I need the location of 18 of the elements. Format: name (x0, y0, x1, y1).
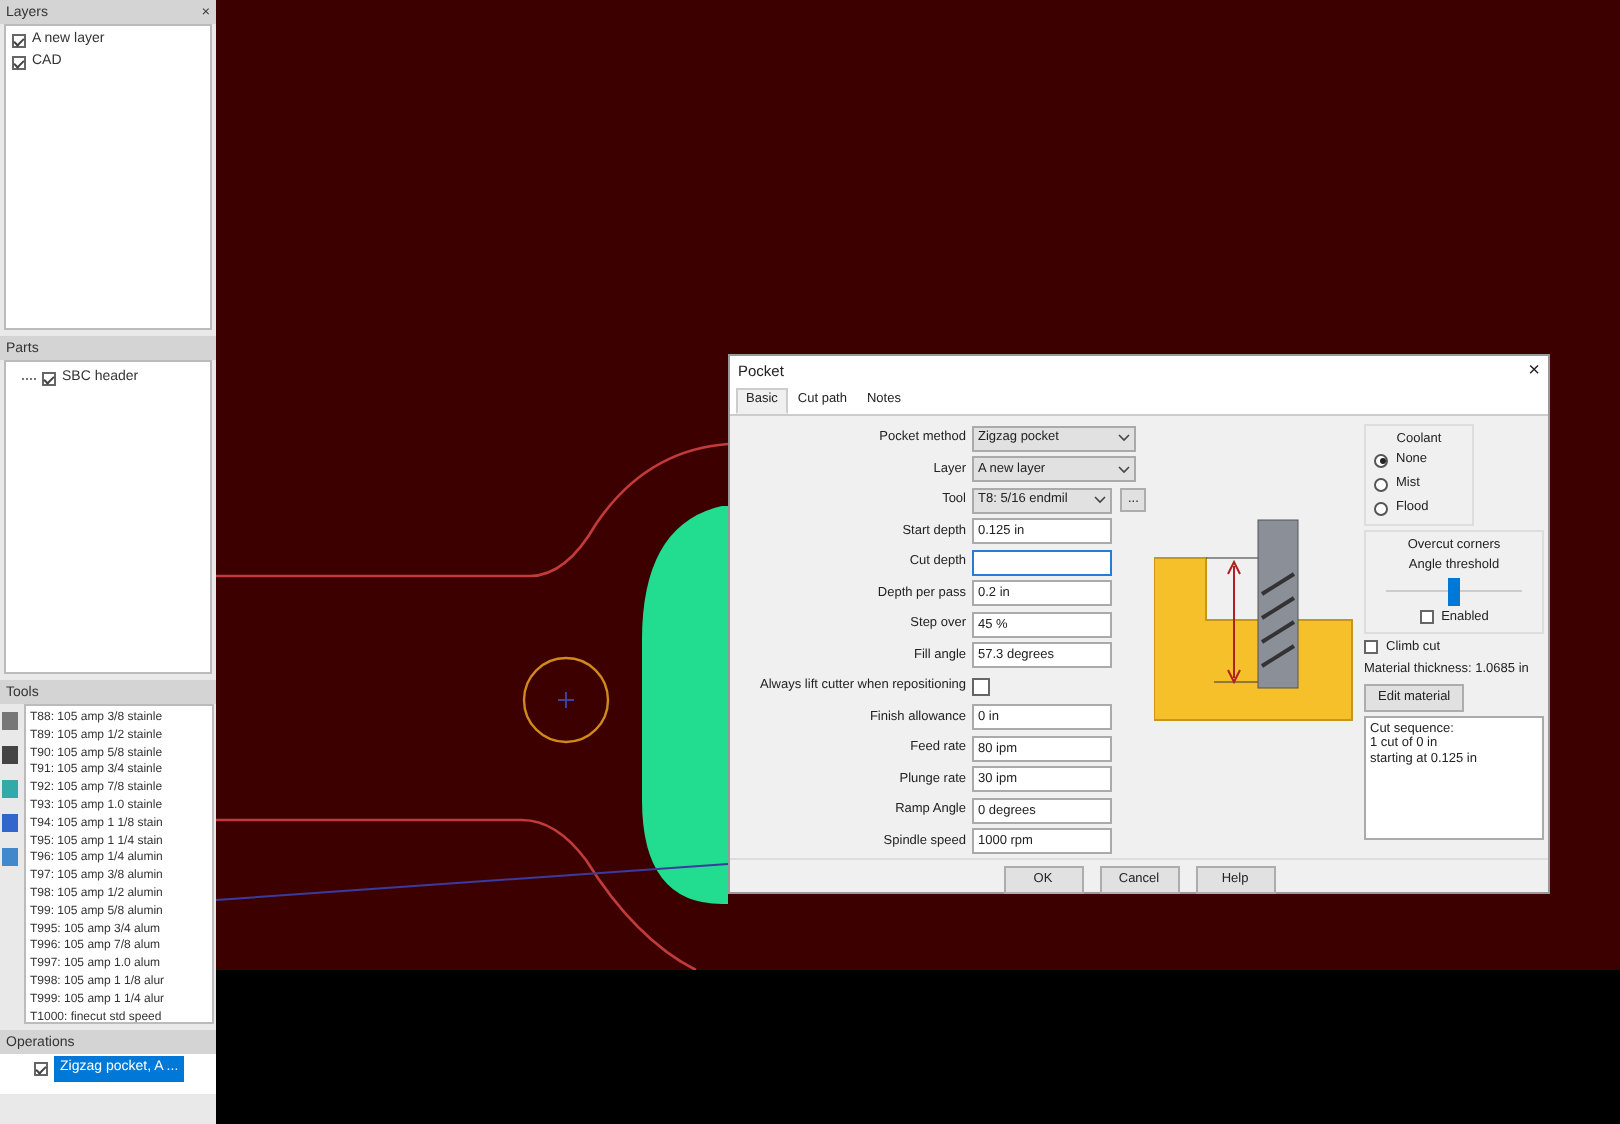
caret-icon (1118, 465, 1130, 474)
tree-connector (22, 378, 36, 380)
close-button[interactable]: × (1528, 356, 1540, 386)
caret-icon (1118, 434, 1130, 443)
radio-button[interactable] (1374, 501, 1388, 516)
radio-button[interactable] (1374, 453, 1388, 468)
checkbox[interactable] (42, 372, 56, 386)
checkbox[interactable] (12, 56, 26, 70)
checkbox[interactable] (1419, 610, 1434, 625)
slider-thumb[interactable] (1448, 577, 1460, 606)
checkbox[interactable] (34, 1062, 48, 1076)
checkbox[interactable] (12, 34, 26, 48)
hole-marker (522, 656, 610, 744)
checkbox[interactable] (972, 677, 990, 696)
input-field[interactable] (972, 549, 1112, 576)
radio-button[interactable] (1374, 477, 1388, 492)
checkbox[interactable] (1364, 639, 1378, 654)
caret-icon (1094, 496, 1106, 505)
